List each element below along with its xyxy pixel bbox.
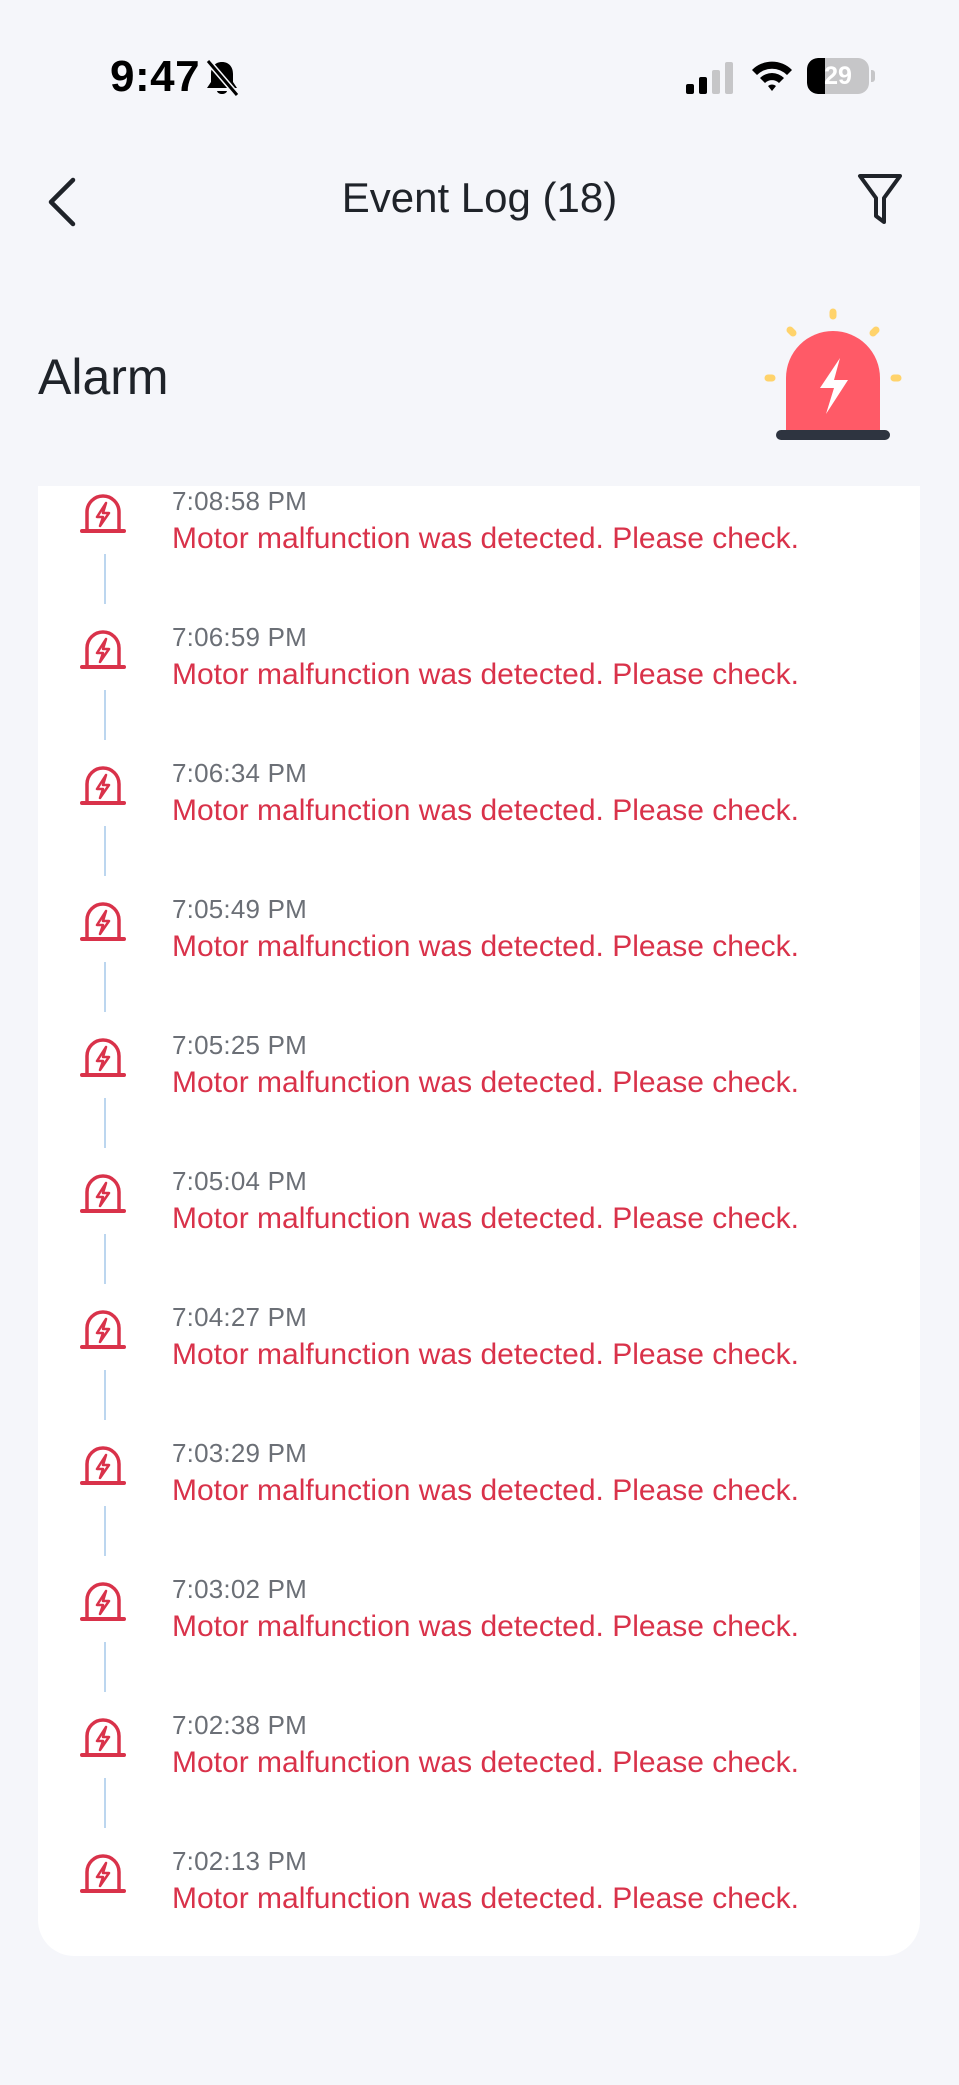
alarm-siren-icon	[80, 1446, 126, 1485]
filter-button[interactable]	[848, 168, 912, 232]
event-item[interactable]: 7:04:27 PM Motor malfunction was detecte…	[38, 1302, 920, 1438]
event-message: Motor malfunction was detected. Please c…	[172, 1202, 799, 1235]
event-time: 7:05:25 PM	[172, 1030, 307, 1060]
timeline-connector	[104, 1370, 106, 1420]
timeline-connector	[104, 1098, 106, 1148]
event-item[interactable]: 7:06:34 PM Motor malfunction was detecte…	[38, 758, 920, 894]
event-time: 7:06:59 PM	[172, 622, 307, 652]
timeline-connector	[104, 1506, 106, 1556]
timeline-connector	[104, 690, 106, 740]
event-time: 7:02:38 PM	[172, 1710, 307, 1740]
event-item[interactable]: 7:03:29 PM Motor malfunction was detecte…	[38, 1438, 920, 1574]
status-time: 9:47	[110, 52, 201, 101]
filter-icon	[858, 174, 902, 224]
status-bar: 9:47 29	[0, 0, 959, 150]
event-item[interactable]: 7:03:02 PM Motor malfunction was detecte…	[38, 1574, 920, 1710]
timeline-connector	[104, 826, 106, 876]
nav-bar: Event Log (18)	[0, 150, 959, 250]
timeline-connector	[104, 554, 106, 604]
event-item[interactable]: 7:05:49 PM Motor malfunction was detecte…	[38, 894, 920, 1030]
event-message: Motor malfunction was detected. Please c…	[172, 658, 799, 691]
event-time: 7:05:49 PM	[172, 894, 307, 924]
wifi-icon	[752, 61, 792, 91]
alarm-siren-icon	[80, 766, 126, 805]
event-time: 7:05:04 PM	[172, 1166, 307, 1196]
event-item[interactable]: 7:02:38 PM Motor malfunction was detecte…	[38, 1710, 920, 1846]
event-message: Motor malfunction was detected. Please c…	[172, 1338, 799, 1371]
alarm-siren-icon	[80, 494, 126, 533]
timeline-connector	[104, 1778, 106, 1828]
event-message: Motor malfunction was detected. Please c…	[172, 1066, 799, 1099]
event-item[interactable]: 7:06:59 PM Motor malfunction was detecte…	[38, 622, 920, 758]
event-item[interactable]: 7:02:13 PM Motor malfunction was detecte…	[38, 1846, 920, 1982]
alarm-siren-icon	[80, 1310, 126, 1349]
event-time: 7:03:02 PM	[172, 1574, 307, 1604]
event-item[interactable]: 7:05:04 PM Motor malfunction was detecte…	[38, 1166, 920, 1302]
timeline-connector	[104, 1234, 106, 1284]
page-title: Event Log (18)	[341, 174, 618, 221]
alarm-siren-icon	[80, 630, 126, 669]
alarm-siren-icon	[80, 1854, 126, 1893]
section-title: Alarm	[38, 349, 169, 405]
timeline-connector	[104, 1642, 106, 1692]
alarm-siren-icon	[80, 1038, 126, 1077]
event-message: Motor malfunction was detected. Please c…	[172, 930, 799, 963]
event-message: Motor malfunction was detected. Please c…	[172, 522, 799, 555]
timeline-connector	[104, 962, 106, 1012]
event-message: Motor malfunction was detected. Please c…	[172, 1882, 799, 1915]
event-time: 7:04:27 PM	[172, 1302, 307, 1332]
event-item[interactable]: 7:05:25 PM Motor malfunction was detecte…	[38, 1030, 920, 1166]
alarm-siren-icon	[80, 902, 126, 941]
battery-icon: 29	[807, 58, 875, 94]
event-time: 7:03:29 PM	[172, 1438, 307, 1468]
event-message: Motor malfunction was detected. Please c…	[172, 1474, 799, 1507]
event-item[interactable]: 7:08:58 PM Motor malfunction was detecte…	[38, 486, 920, 622]
battery-level: 29	[824, 62, 852, 90]
event-time: 7:08:58 PM	[172, 486, 307, 516]
event-log-card: 7:08:58 PM Motor malfunction was detecte…	[38, 486, 920, 1956]
event-message: Motor malfunction was detected. Please c…	[172, 1746, 799, 1779]
signal-icon	[686, 62, 733, 94]
alarm-siren-icon	[80, 1582, 126, 1621]
event-time: 7:06:34 PM	[172, 758, 307, 788]
alarm-siren-icon	[80, 1174, 126, 1213]
event-message: Motor malfunction was detected. Please c…	[172, 794, 799, 827]
event-time: 7:02:13 PM	[172, 1846, 307, 1876]
bell-off-icon	[205, 59, 240, 97]
siren-icon	[764, 308, 902, 440]
alarm-siren-icon	[80, 1718, 126, 1757]
event-message: Motor malfunction was detected. Please c…	[172, 1610, 799, 1643]
